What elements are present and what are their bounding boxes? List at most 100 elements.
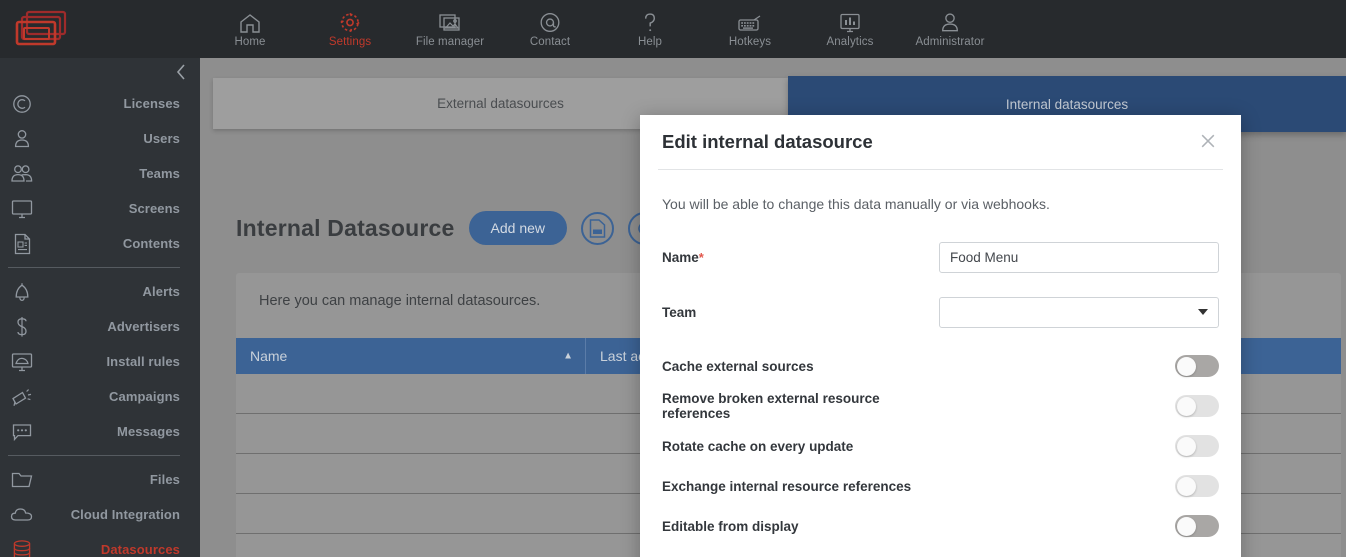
sidebar-label-alerts: Alerts [142,284,180,299]
sidebar-label-screens: Screens [128,201,180,216]
label-cache-external-sources: Cache external sources [662,358,814,374]
nav-item-home[interactable]: Home [200,0,300,58]
sort-ascending-icon: ▲ [563,350,573,362]
name-input[interactable] [939,241,1219,273]
document-icon [8,232,36,256]
sidebar-label-contents: Contents [122,236,180,251]
sidebar-item-alerts[interactable]: Alerts [0,274,200,309]
team-select[interactable] [939,296,1219,328]
toggle-remove-broken-external-resource-references[interactable] [1175,395,1219,417]
form-row-remove-broken-refs: Remove broken external resource referenc… [662,386,1219,426]
app-logo[interactable] [0,0,200,58]
sidebar-item-users[interactable]: Users [0,121,200,156]
chevron-left-icon [176,64,185,80]
form-row-rotate-cache: Rotate cache on every update [662,426,1219,466]
import-file-icon [589,218,606,238]
tab-label-internal: Internal datasources [1005,96,1129,112]
nav-label-file-manager: File manager [415,35,485,48]
nav-item-analytics[interactable]: Analytics [800,0,900,58]
form-row-name: Name* [662,234,1219,280]
home-icon [238,11,262,34]
nav-item-hotkeys[interactable]: Hotkeys [700,0,800,58]
megaphone-icon [8,385,36,409]
sidebar-item-campaigns[interactable]: Campaigns [0,379,200,414]
copyright-icon [8,92,36,116]
database-icon [8,538,36,557]
sidebar-item-install-rules[interactable]: Install rules [0,344,200,379]
sidebar-item-cloud-integration[interactable]: Cloud Integration [0,497,200,532]
label-exchange-internal-resource-references: Exchange internal resource references [662,478,912,494]
nav-item-file-manager[interactable]: File manager [400,0,500,58]
user-icon [8,127,36,151]
add-new-button[interactable]: Add new [468,211,568,245]
sidebar-label-cloud-integration: Cloud Integration [70,507,180,522]
sidebar-item-teams[interactable]: Teams [0,156,200,191]
nav-label-settings: Settings [328,35,372,48]
team-field-wrapper [939,296,1219,328]
edit-internal-datasource-modal: Edit internal datasource You will be abl… [640,115,1241,557]
user-icon [939,11,961,34]
modal-body: You will be able to change this data man… [640,170,1241,546]
label-name: Name* [662,250,939,265]
nav-label-home: Home [234,35,266,48]
sidebar-item-contents[interactable]: Contents [0,226,200,261]
nav-label-help: Help [637,35,663,48]
sidebar-label-teams: Teams [139,166,180,181]
sidebar-item-advertisers[interactable]: Advertisers [0,309,200,344]
sidebar-collapse-button[interactable] [0,58,200,86]
table-column-label-name: Name [250,348,288,364]
nav-label-hotkeys: Hotkeys [728,35,772,48]
sidebar-label-install-rules: Install rules [106,354,180,369]
nav-label-contact: Contact [529,35,571,48]
toggle-rotate-cache-on-every-update[interactable] [1175,435,1219,457]
toggle-knob [1176,516,1196,536]
dollar-icon [8,315,36,339]
top-navigation-bar: Home Settings File manager Contact Help … [0,0,1346,58]
nav-item-administrator[interactable]: Administrator [900,0,1000,58]
bell-icon [8,280,36,304]
toggle-knob [1176,436,1196,456]
form-row-team: Team [662,289,1219,335]
keyboard-icon [737,11,763,34]
page-header: Internal Datasource Add new [236,211,662,245]
toggle-editable-from-display[interactable] [1175,515,1219,537]
sidebar-item-messages[interactable]: Messages [0,414,200,449]
sidebar-divider-1 [8,267,180,268]
required-marker: * [698,249,704,265]
cloud-icon [8,503,36,527]
sidebar-label-licenses: Licenses [123,96,180,111]
sidebar-item-screens[interactable]: Screens [0,191,200,226]
form-row-editable-from-display: Editable from display [662,506,1219,546]
modal-title: Edit internal datasource [662,131,873,152]
toggle-knob [1176,476,1196,496]
sidebar-label-users: Users [143,131,180,146]
chat-bubble-icon [8,420,36,444]
gear-icon [338,11,362,34]
table-column-name[interactable]: Name ▲ [236,338,586,374]
monitor-icon [8,197,36,221]
chart-monitor-icon [838,11,862,34]
page-title: Internal Datasource [236,214,455,241]
sidebar-label-files: Files [149,472,180,487]
sidebar-label-datasources: Datasources [100,542,180,557]
users-group-icon [8,162,36,186]
nav-item-help[interactable]: Help [600,0,700,58]
sidebar-item-datasources[interactable]: Datasources [0,532,200,557]
toggle-exchange-internal-resource-references[interactable] [1175,475,1219,497]
label-remove-broken-external-resource-references: Remove broken external resource referenc… [662,391,880,421]
toggle-cache-external-sources[interactable] [1175,355,1219,377]
sidebar-label-campaigns: Campaigns [109,389,180,404]
modal-header: Edit internal datasource [640,115,1241,169]
nav-item-contact[interactable]: Contact [500,0,600,58]
nav-item-settings[interactable]: Settings [300,0,400,58]
modal-subtitle: You will be able to change this data man… [662,196,1050,212]
install-monitor-icon [8,350,36,374]
screens-logo-icon [15,10,67,46]
toggle-knob [1176,356,1196,376]
nav-label-analytics: Analytics [826,35,874,48]
import-file-button[interactable] [581,211,615,245]
sidebar-item-files[interactable]: Files [0,462,200,497]
close-icon[interactable] [1199,132,1217,154]
sidebar-item-licenses[interactable]: Licenses [0,86,200,121]
sidebar-label-install-advertisers: Advertisers [107,319,180,334]
